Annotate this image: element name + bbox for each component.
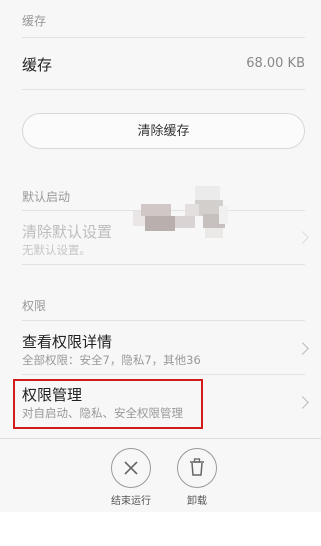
cache-size-value: 68.00 KB [246,56,305,71]
bottom-bar-divider [0,438,321,439]
uninstall-label: 卸载 [187,496,207,507]
permission-details-subtitle: 全部权限：安全7，隐私7，其他36 [22,353,201,367]
permission-details-title: 查看权限详情 [22,333,113,351]
close-icon [123,460,138,475]
bottom-action-bar: 结束运行 卸载 [0,440,321,512]
clear-defaults-title: 清除默认设置 [22,223,113,241]
cache-section-header: 缓存 [22,14,47,28]
cache-row: 缓存 68.00 KB [0,38,321,88]
clear-defaults-subtitle: 无默认设置。 [22,243,91,257]
divider [22,89,305,90]
cache-label: 缓存 [22,56,53,74]
permission-details-row[interactable]: 查看权限详情 全部权限：安全7，隐私7，其他36 [0,321,321,373]
app-info-page: 缓存 缓存 68.00 KB 清除缓存 默认启动 清除默认设置 无默认设置。 权… [0,0,321,512]
trash-icon [189,457,204,476]
chevron-right-icon [296,396,309,409]
footer-blank-area [0,512,321,546]
force-stop-button[interactable] [111,448,151,488]
default-launch-section-header: 默认启动 [22,190,71,204]
pixelated-region-image [133,186,228,238]
highlight-annotation-box [13,379,203,429]
chevron-right-icon [296,231,309,244]
chevron-right-icon [296,342,309,355]
force-stop-label: 结束运行 [111,496,151,507]
permissions-section-header: 权限 [22,299,47,313]
uninstall-button[interactable] [177,448,217,488]
clear-cache-button[interactable]: 清除缓存 [22,113,305,149]
divider [22,264,305,265]
